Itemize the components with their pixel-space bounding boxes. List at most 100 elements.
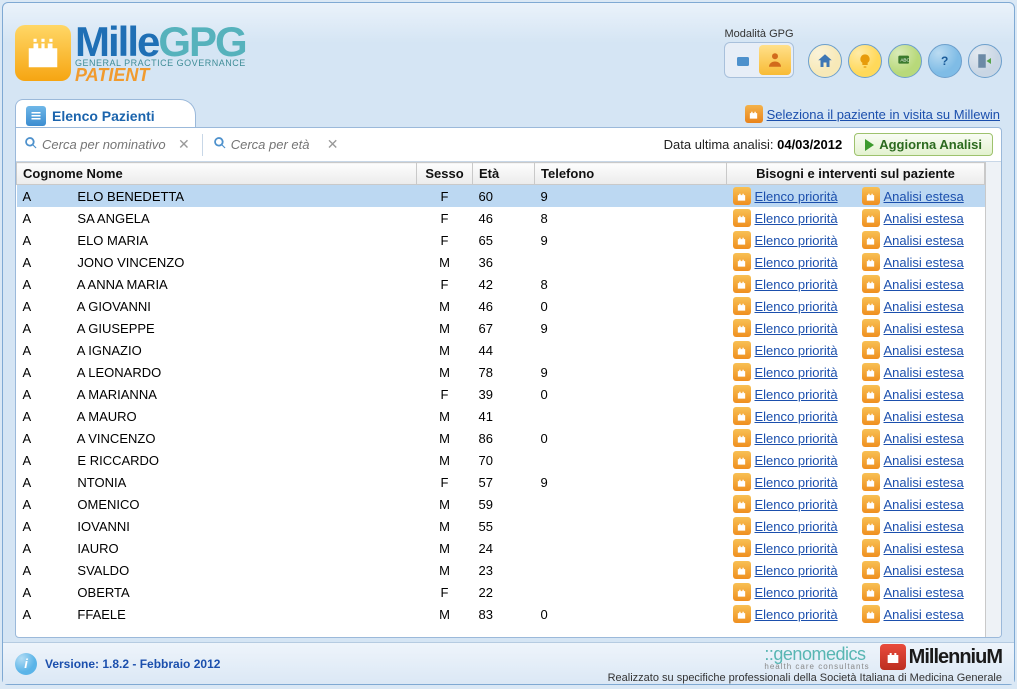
tab-patient-list[interactable]: Elenco Pazienti [15, 99, 196, 127]
extended-analysis-link[interactable]: Analisi estesa [884, 497, 964, 512]
priorities-link[interactable]: Elenco priorità [755, 233, 838, 248]
help-button[interactable]: ? [928, 44, 962, 78]
search-name-input[interactable] [42, 137, 172, 152]
extended-analysis-link[interactable]: Analisi estesa [884, 299, 964, 314]
cell-name: A A GIOVANNI [17, 295, 417, 317]
extended-analysis-link[interactable]: Analisi estesa [884, 607, 964, 622]
table-row[interactable]: A ELO MARIAF659Elenco prioritàAnalisi es… [17, 229, 985, 251]
priorities-link[interactable]: Elenco priorità [755, 211, 838, 226]
cell-extended: Analisi estesa [856, 361, 985, 383]
learn-button[interactable]: ABC [888, 44, 922, 78]
info-icon[interactable]: i [15, 653, 37, 675]
col-header-age[interactable]: Età [473, 163, 535, 185]
refresh-analysis-button[interactable]: Aggiorna Analisi [854, 133, 993, 156]
extended-analysis-link[interactable]: Analisi estesa [884, 475, 964, 490]
priorities-link[interactable]: Elenco priorità [755, 343, 838, 358]
extended-analysis-link[interactable]: Analisi estesa [884, 431, 964, 446]
priorities-link[interactable]: Elenco priorità [755, 299, 838, 314]
table-row[interactable]: A IAUROM24Elenco prioritàAnalisi estesa [17, 537, 985, 559]
extended-analysis-link[interactable]: Analisi estesa [884, 409, 964, 424]
table-row[interactable]: A A GIOVANNIM460Elenco prioritàAnalisi e… [17, 295, 985, 317]
priorities-link[interactable]: Elenco priorità [755, 541, 838, 556]
table-row[interactable]: A FFAELEM830Elenco prioritàAnalisi estes… [17, 603, 985, 625]
tab-title: Elenco Pazienti [52, 108, 155, 124]
priorities-link[interactable]: Elenco priorità [755, 563, 838, 578]
vertical-scrollbar[interactable] [985, 162, 1001, 637]
cell-name: A A MARIANNA [17, 383, 417, 405]
col-header-tel[interactable]: Telefono [535, 163, 727, 185]
cell-priorities: Elenco priorità [727, 273, 856, 295]
castle-icon [862, 363, 880, 381]
priorities-link[interactable]: Elenco priorità [755, 365, 838, 380]
table-row[interactable]: A E RICCARDOM70Elenco prioritàAnalisi es… [17, 449, 985, 471]
extended-analysis-link[interactable]: Analisi estesa [884, 189, 964, 204]
modality-mode-patient[interactable] [759, 45, 791, 75]
priorities-link[interactable]: Elenco priorità [755, 607, 838, 622]
extended-analysis-link[interactable]: Analisi estesa [884, 541, 964, 556]
table-row[interactable]: A ELO BENEDETTAF609Elenco prioritàAnalis… [17, 185, 985, 208]
extended-analysis-link[interactable]: Analisi estesa [884, 453, 964, 468]
table-row[interactable]: A A MARIANNAF390Elenco prioritàAnalisi e… [17, 383, 985, 405]
table-row[interactable]: A A MAUROM41Elenco prioritàAnalisi estes… [17, 405, 985, 427]
home-button[interactable] [808, 44, 842, 78]
priorities-link[interactable]: Elenco priorità [755, 475, 838, 490]
cell-age: 83 [473, 603, 535, 625]
col-header-sex[interactable]: Sesso [417, 163, 473, 185]
priorities-link[interactable]: Elenco priorità [755, 497, 838, 512]
cell-priorities: Elenco priorità [727, 339, 856, 361]
table-row[interactable]: A IOVANNIM55Elenco prioritàAnalisi estes… [17, 515, 985, 537]
clear-name-button[interactable]: ✕ [176, 136, 192, 153]
table-row[interactable]: A A GIUSEPPEM679Elenco prioritàAnalisi e… [17, 317, 985, 339]
cell-sex: F [417, 207, 473, 229]
cell-extended: Analisi estesa [856, 493, 985, 515]
priorities-link[interactable]: Elenco priorità [755, 431, 838, 446]
extended-analysis-link[interactable]: Analisi estesa [884, 211, 964, 226]
modality-mode-group[interactable] [727, 45, 759, 75]
table-row[interactable]: A A ANNA MARIAF428Elenco prioritàAnalisi… [17, 273, 985, 295]
priorities-link[interactable]: Elenco priorità [755, 585, 838, 600]
cell-extended: Analisi estesa [856, 185, 985, 208]
extended-analysis-link[interactable]: Analisi estesa [884, 321, 964, 336]
cell-tel [535, 515, 727, 537]
priorities-link[interactable]: Elenco priorità [755, 277, 838, 292]
extended-analysis-link[interactable]: Analisi estesa [884, 563, 964, 578]
clear-age-button[interactable]: ✕ [325, 136, 341, 153]
table-row[interactable]: A JONO VINCENZOM36Elenco prioritàAnalisi… [17, 251, 985, 273]
priorities-link[interactable]: Elenco priorità [755, 519, 838, 534]
cell-extended: Analisi estesa [856, 581, 985, 603]
table-row[interactable]: A SA ANGELAF468Elenco prioritàAnalisi es… [17, 207, 985, 229]
priorities-link[interactable]: Elenco priorità [755, 189, 838, 204]
priorities-link[interactable]: Elenco priorità [755, 255, 838, 270]
col-header-needs[interactable]: Bisogni e interventi sul paziente [727, 163, 985, 185]
table-row[interactable]: A SVALDOM23Elenco prioritàAnalisi estesa [17, 559, 985, 581]
priorities-link[interactable]: Elenco priorità [755, 387, 838, 402]
table-row[interactable]: A NTONIAF579Elenco prioritàAnalisi estes… [17, 471, 985, 493]
priorities-link[interactable]: Elenco priorità [755, 321, 838, 336]
exit-button[interactable] [968, 44, 1002, 78]
extended-analysis-link[interactable]: Analisi estesa [884, 255, 964, 270]
extended-analysis-link[interactable]: Analisi estesa [884, 277, 964, 292]
extended-analysis-link[interactable]: Analisi estesa [884, 387, 964, 402]
table-row[interactable]: A A IGNAZIOM44Elenco prioritàAnalisi est… [17, 339, 985, 361]
priorities-link[interactable]: Elenco priorità [755, 409, 838, 424]
castle-icon [862, 209, 880, 227]
castle-icon [880, 644, 906, 670]
priorities-link[interactable]: Elenco priorità [755, 453, 838, 468]
castle-icon [733, 561, 751, 579]
cell-tel: 0 [535, 295, 727, 317]
extended-analysis-link[interactable]: Analisi estesa [884, 343, 964, 358]
extended-analysis-link[interactable]: Analisi estesa [884, 365, 964, 380]
tips-button[interactable] [848, 44, 882, 78]
table-row[interactable]: A OMENICOM59Elenco prioritàAnalisi estes… [17, 493, 985, 515]
search-age-input[interactable] [231, 137, 321, 152]
castle-icon [733, 605, 751, 623]
table-row[interactable]: A A LEONARDOM789Elenco prioritàAnalisi e… [17, 361, 985, 383]
extended-analysis-link[interactable]: Analisi estesa [884, 233, 964, 248]
millewin-patient-link[interactable]: Seleziona il paziente in visita su Mille… [745, 105, 1002, 127]
table-row[interactable]: A A VINCENZOM860Elenco prioritàAnalisi e… [17, 427, 985, 449]
extended-analysis-link[interactable]: Analisi estesa [884, 519, 964, 534]
analysis-date-label: Data ultima analisi: 04/03/2012 [664, 137, 843, 152]
extended-analysis-link[interactable]: Analisi estesa [884, 585, 964, 600]
table-row[interactable]: A OBERTAF22Elenco prioritàAnalisi estesa [17, 581, 985, 603]
col-header-name[interactable]: Cognome Nome [17, 163, 417, 185]
